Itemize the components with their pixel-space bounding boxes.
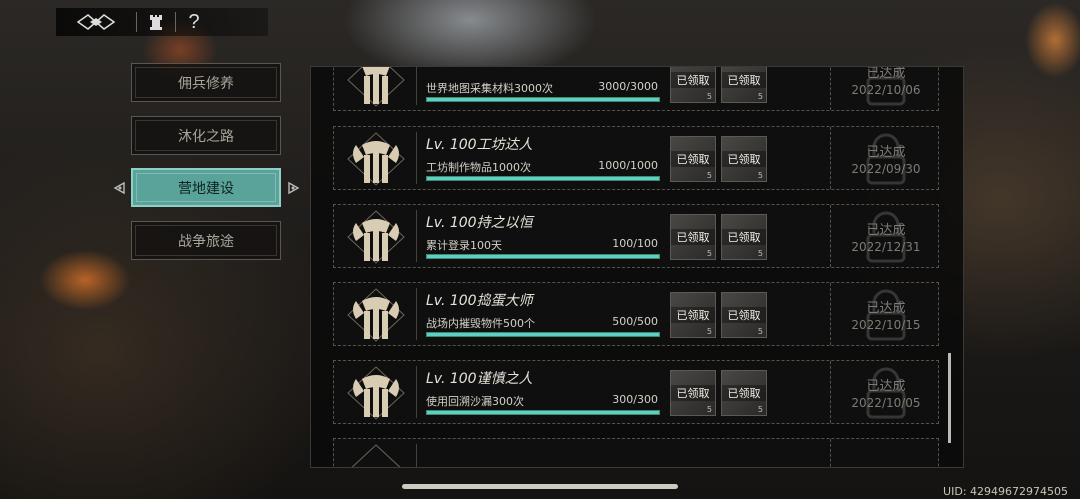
reward-qty: 5 xyxy=(757,171,763,180)
axe-emblem-icon xyxy=(347,366,405,420)
completion-date: 2022/09/30 xyxy=(851,162,921,176)
reward-slot[interactable]: 已领取 5 xyxy=(721,214,767,260)
achievement-desc: 累计登录100天 xyxy=(426,239,502,252)
claimed-label: 已领取 xyxy=(722,229,766,245)
status-text: 已达成 xyxy=(866,301,906,316)
reward-slot[interactable]: 已领取 5 xyxy=(721,370,767,416)
tower-icon[interactable] xyxy=(137,8,175,36)
claimed-label: 已领取 xyxy=(722,72,766,88)
menu-war-journey[interactable]: 战争旅途 xyxy=(131,221,281,260)
achievement-title: Lv. 100持之以恒 xyxy=(426,215,533,231)
progress-bar xyxy=(426,97,660,102)
reward-qty: 5 xyxy=(706,405,712,414)
help-button[interactable]: ? xyxy=(176,8,212,36)
achievement-desc: 工坊制作物品1000次 xyxy=(426,161,531,174)
achievement-row: Lv. 100工坊达人 工坊制作物品1000次 1000/1000 已领取 5 … xyxy=(333,126,939,190)
claimed-label: 已领取 xyxy=(671,72,715,88)
progress-bar xyxy=(426,332,660,337)
axe-emblem-icon xyxy=(347,288,405,342)
right-arrow-icon xyxy=(288,181,300,195)
achievement-panel[interactable]: 世界地图采集材料3000次 3000/3000 已领取 5 已领取 5 已达成 … xyxy=(310,66,964,468)
claimed-label: 已领取 xyxy=(722,151,766,167)
claimed-label: 已领取 xyxy=(722,307,766,323)
achievement-desc: 使用回溯沙漏300次 xyxy=(426,395,524,408)
achievement-row: Lv. 100持之以恒 累计登录100天 100/100 已领取 5 已领取 5… xyxy=(333,204,939,268)
reward-slot[interactable]: 已领取 5 xyxy=(721,292,767,338)
achievement-row: Lv. 100捣蛋大师 战场内摧毁物件500个 500/500 已领取 5 已领… xyxy=(333,282,939,346)
reward-qty: 5 xyxy=(706,171,712,180)
reward-qty: 5 xyxy=(757,405,763,414)
axe-emblem-icon xyxy=(347,210,405,264)
achievement-desc: 战场内摧毁物件500个 xyxy=(426,317,535,330)
achievement-row: 世界地图采集材料3000次 3000/3000 已领取 5 已领取 5 已达成 … xyxy=(333,66,939,111)
reward-qty: 5 xyxy=(757,249,763,258)
home-indicator[interactable] xyxy=(402,484,678,489)
reward-slot[interactable]: 已领取 5 xyxy=(670,136,716,182)
achievement-title: Lv. 100捣蛋大师 xyxy=(426,293,533,309)
completion-date: 2022/10/05 xyxy=(851,396,921,410)
reward-slot[interactable]: 已领取 5 xyxy=(670,292,716,338)
menu-baptism-road[interactable]: 沐化之路 xyxy=(131,116,281,155)
reward-qty: 5 xyxy=(706,92,712,101)
progress-bar xyxy=(426,176,660,181)
reward-slot[interactable]: 已领取 5 xyxy=(670,67,716,103)
game-logo-icon[interactable] xyxy=(56,8,136,36)
status-text: 已达成 xyxy=(866,145,906,160)
reward-qty: 5 xyxy=(757,327,763,336)
axe-emblem-icon xyxy=(351,444,401,467)
progress-bar xyxy=(426,410,660,415)
claimed-label: 已领取 xyxy=(671,151,715,167)
menu-mercenary-training[interactable]: 佣兵修养 xyxy=(131,63,281,102)
status-text: 已达成 xyxy=(866,379,906,394)
scrollbar[interactable] xyxy=(948,353,951,443)
achievement-title: Lv. 100谨慎之人 xyxy=(426,371,533,387)
completion-date: 2022/10/06 xyxy=(851,83,921,97)
completion-date: 2022/12/31 xyxy=(851,240,921,254)
progress-bar xyxy=(426,254,660,259)
claimed-label: 已领取 xyxy=(671,229,715,245)
achievement-row xyxy=(333,438,939,467)
achievement-progress: 500/500 xyxy=(612,315,658,328)
reward-slot[interactable]: 已领取 5 xyxy=(721,136,767,182)
completion-date: 2022/10/15 xyxy=(851,318,921,332)
achievement-progress: 300/300 xyxy=(612,393,658,406)
reward-qty: 5 xyxy=(757,92,763,101)
claimed-label: 已领取 xyxy=(671,385,715,401)
axe-emblem-icon xyxy=(347,67,405,107)
reward-qty: 5 xyxy=(706,249,712,258)
reward-qty: 5 xyxy=(706,327,712,336)
achievement-progress: 1000/1000 xyxy=(598,159,658,172)
top-toolbar: ? xyxy=(56,8,268,36)
left-arrow-icon xyxy=(113,181,125,195)
claimed-label: 已领取 xyxy=(722,385,766,401)
status-text: 已达成 xyxy=(866,223,906,238)
axe-emblem-icon xyxy=(347,132,405,186)
achievement-row: Lv. 100谨慎之人 使用回溯沙漏300次 300/300 已领取 5 已领取… xyxy=(333,360,939,424)
achievement-desc: 世界地图采集材料3000次 xyxy=(426,82,553,95)
menu-camp-construction[interactable]: 营地建设 xyxy=(131,168,281,207)
achievement-title: Lv. 100工坊达人 xyxy=(426,137,533,153)
achievement-progress: 3000/3000 xyxy=(598,80,658,93)
achievement-progress: 100/100 xyxy=(612,237,658,250)
reward-slot[interactable]: 已领取 5 xyxy=(670,370,716,416)
status-text: 已达成 xyxy=(866,66,906,81)
reward-slot[interactable]: 已领取 5 xyxy=(721,67,767,103)
claimed-label: 已领取 xyxy=(671,307,715,323)
reward-slot[interactable]: 已领取 5 xyxy=(670,214,716,260)
user-id: UID: 42949672974505 xyxy=(943,485,1068,498)
